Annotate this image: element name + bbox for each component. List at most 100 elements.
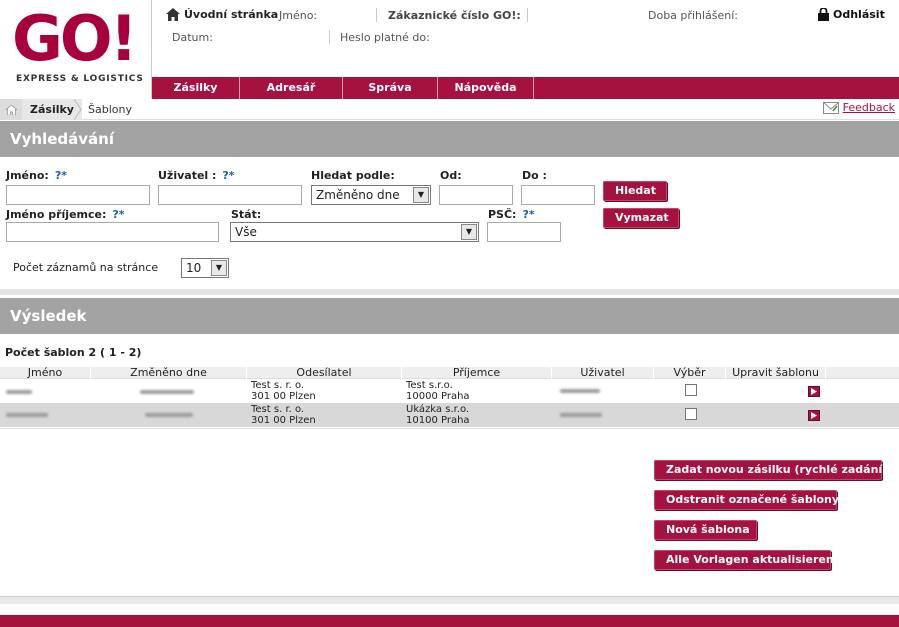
nav-item-shipments[interactable]: Zásilky [152, 77, 240, 99]
logout-link[interactable]: Odhlásit [818, 8, 885, 21]
column-header-sender[interactable]: Odesílatel [247, 367, 402, 379]
label-text: Jméno: [6, 169, 49, 182]
edit-template-button[interactable] [808, 410, 820, 421]
customer-number-label: Zákaznické číslo GO!: [388, 9, 521, 22]
recipient-name-input[interactable] [6, 222, 219, 242]
to-date-input[interactable] [521, 185, 595, 205]
user-input[interactable] [158, 185, 302, 205]
column-header-name[interactable]: Jméno [0, 367, 91, 379]
user-field-label: Uživatel : ?* [158, 169, 235, 182]
redacted-name [6, 413, 48, 417]
state-select[interactable]: Vše ▼ [230, 222, 479, 242]
column-header-edit: Upravit šablonu [726, 367, 826, 379]
lock-icon [818, 8, 829, 21]
name-label: Jméno: [279, 9, 318, 22]
section-divider [0, 289, 899, 295]
home-label: Úvodní stránka [184, 8, 279, 21]
table-row[interactable]: Test s. r. o. 301 00 Plzen Ukázka s.r.o.… [0, 403, 899, 427]
logo-tagline: EXPRESS & LOGISTICS [16, 74, 144, 84]
column-header-user[interactable]: Uživatel [552, 367, 654, 379]
new-template-button[interactable]: Nová šablona [654, 520, 757, 540]
recipient-field-label: Jméno příjemce: ?* [6, 208, 125, 221]
label-text: Jméno příjemce: [6, 208, 107, 221]
nav-item-address-book[interactable]: Adresář [240, 77, 343, 99]
help-mark[interactable]: ?* [222, 169, 234, 182]
logo[interactable]: GO! EXPRESS & LOGISTICS [0, 0, 152, 100]
remove-selected-templates-button[interactable]: Odstranit označené šablony [654, 490, 839, 510]
redacted-user [560, 413, 602, 417]
table-bottom-line [0, 428, 899, 429]
logout-label: Odhlásit [833, 8, 885, 21]
table-header: Jméno Změněno dne Odesílatel Příjemce Už… [0, 367, 899, 379]
redacted-name [6, 390, 32, 394]
logo-text: GO! [12, 2, 138, 75]
name-input[interactable] [6, 185, 150, 205]
recipient-line-2: 10000 Praha [406, 391, 470, 402]
edit-template-button[interactable] [808, 386, 820, 397]
breadcrumb: Zásilky Šablony Feedback [0, 99, 899, 120]
from-label: Od: [440, 169, 462, 182]
search-section-title: Vyhledávání [0, 121, 899, 157]
per-page-label: Počet záznamů na stránce [13, 261, 159, 274]
dropdown-arrow-icon: ▼ [413, 187, 429, 203]
clear-button[interactable]: Vymazat [603, 208, 679, 228]
dropdown-arrow-icon: ▼ [211, 260, 227, 276]
select-checkbox[interactable] [685, 408, 697, 420]
feedback-link[interactable]: Feedback [822, 101, 895, 114]
feedback-label: Feedback [842, 101, 895, 114]
footer-divider [0, 596, 899, 604]
column-header-recipient[interactable]: Příjemce [402, 367, 552, 379]
redacted-date [140, 390, 194, 394]
recipient-line-2: 10100 Praha [406, 415, 470, 426]
results-section-title: Výsledek [0, 298, 899, 334]
help-mark[interactable]: ?* [522, 208, 534, 221]
login-time-label: Doba přihlášení: [648, 9, 738, 22]
recipient-line-1: Test s.r.o. [406, 380, 453, 391]
play-icon [811, 412, 817, 419]
breadcrumb-templates: Šablony [88, 103, 132, 116]
breadcrumb-shipments[interactable]: Zásilky [22, 99, 82, 120]
template-count: Počet šablon 2 ( 1 - 2) [5, 346, 142, 359]
sender-line-1: Test s. r. o. [251, 404, 305, 415]
help-mark[interactable]: ?* [112, 208, 124, 221]
dropdown-arrow-icon: ▼ [461, 224, 477, 240]
search-by-select[interactable]: Změněno dne ▼ [311, 185, 431, 205]
search-button[interactable]: Hledat [603, 181, 667, 201]
redacted-date [145, 413, 193, 417]
date-label: Datum: [172, 31, 213, 44]
state-label: Stát: [231, 208, 262, 221]
from-date-input[interactable] [439, 185, 513, 205]
nav-item-admin[interactable]: Správa [343, 77, 438, 99]
zip-input[interactable] [487, 222, 561, 242]
select-checkbox[interactable] [685, 384, 697, 396]
nav-item-help[interactable]: Nápověda [438, 77, 534, 99]
divider [376, 8, 377, 22]
search-by-value: Změněno dne [316, 188, 400, 202]
breadcrumb-home[interactable] [0, 99, 22, 120]
column-header-changed[interactable]: Změněno dne [91, 367, 247, 379]
divider [329, 30, 330, 44]
help-mark[interactable]: ?* [55, 169, 67, 182]
sender-line-2: 301 00 Plzen [251, 391, 316, 402]
update-all-templates-button[interactable]: Alle Vorlagen aktualisieren [654, 550, 834, 570]
per-page-select[interactable]: 10 ▼ [181, 258, 229, 278]
home-link[interactable]: Úvodní stránka [166, 8, 278, 21]
play-icon [811, 388, 817, 395]
chevron-right-icon [74, 99, 82, 120]
state-value: Vše [235, 225, 257, 239]
redacted-user [560, 389, 600, 393]
main-nav: Zásilky Adresář Správa Nápověda [152, 77, 899, 99]
table-row[interactable]: Test s. r. o. 301 00 Plzen Test s.r.o. 1… [0, 379, 899, 403]
label-text: Uživatel : [158, 169, 217, 182]
zip-field-label: PSČ: ?* [488, 208, 535, 221]
password-valid-label: Heslo platné do: [340, 31, 430, 44]
to-label: Do : [522, 169, 547, 182]
home-icon [5, 104, 17, 115]
mail-icon [822, 101, 839, 114]
column-header-select: Výběr [654, 367, 726, 379]
sender-line-2: 301 00 Plzen [251, 415, 316, 426]
recipient-line-1: Ukázka s.r.o. [406, 404, 470, 415]
home-icon [166, 8, 180, 21]
new-quick-shipment-button[interactable]: Zadat novou zásilku (rychlé zadání) [654, 460, 887, 480]
search-by-label: Hledat podle: [311, 169, 395, 182]
